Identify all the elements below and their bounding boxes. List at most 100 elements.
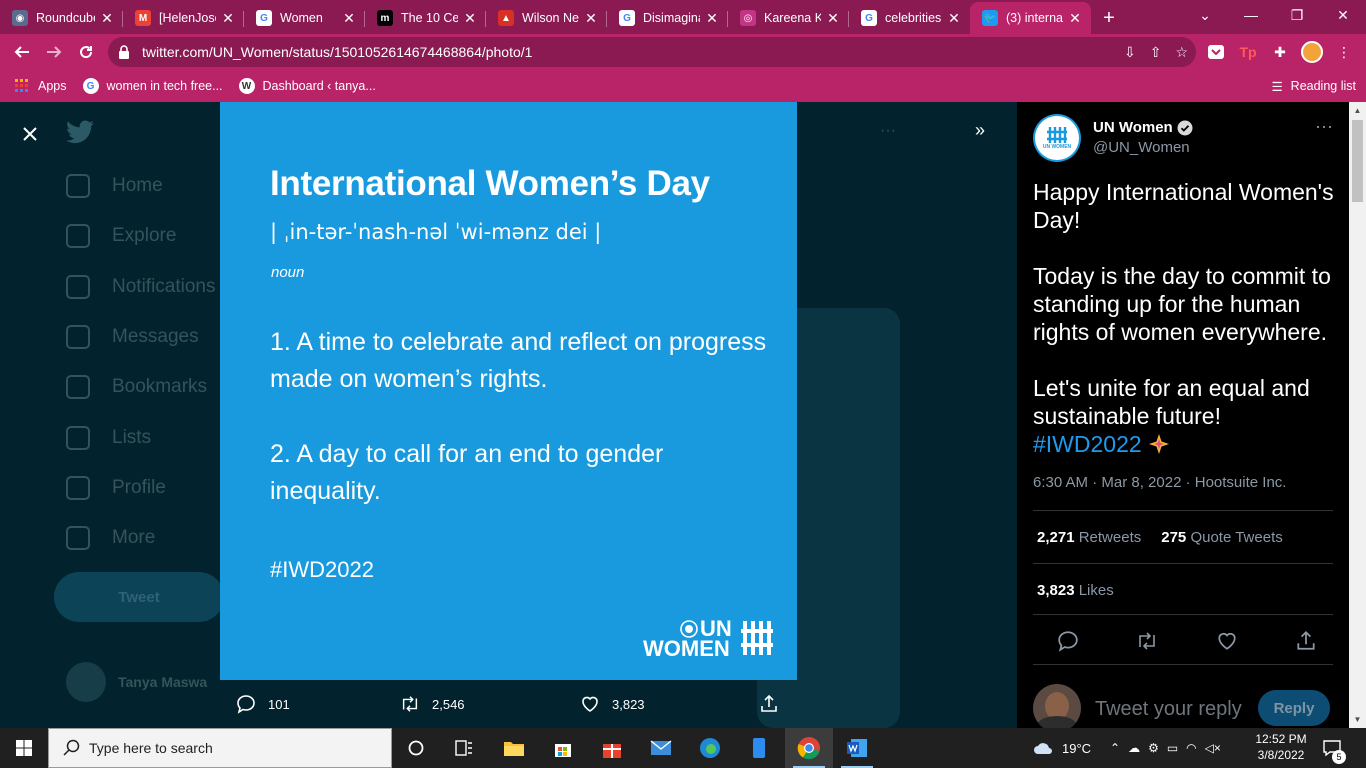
- tab-close-icon[interactable]: ✕: [462, 10, 478, 27]
- bookmark-star-icon[interactable]: ☆: [1175, 44, 1188, 61]
- tray-chevron-icon[interactable]: ⌃: [1110, 741, 1120, 755]
- un-women-avatar[interactable]: UN WOMEN: [1033, 114, 1081, 162]
- close-photo-button[interactable]: [18, 122, 42, 146]
- twitter-logo-icon: [66, 120, 94, 144]
- maximize-button[interactable]: ❐: [1274, 0, 1320, 30]
- tab-close-icon[interactable]: ✕: [341, 10, 357, 27]
- scroll-down-icon[interactable]: ▼: [1349, 711, 1366, 728]
- edge-button[interactable]: [686, 728, 734, 768]
- browser-tab[interactable]: ▲ Wilson Ne ✕: [486, 2, 607, 34]
- tab-close-icon[interactable]: ✕: [1067, 10, 1083, 27]
- mail-button[interactable]: [637, 728, 685, 768]
- weather-widget[interactable]: 19°C: [1032, 728, 1091, 768]
- tab-label: Wilson Ne: [522, 11, 579, 25]
- store-button[interactable]: [539, 728, 587, 768]
- tab-close-icon[interactable]: ✕: [99, 10, 115, 27]
- likes-stat[interactable]: 3,823 Likes: [1037, 582, 1114, 599]
- back-button[interactable]: [6, 36, 38, 68]
- battery-icon[interactable]: ▭: [1167, 741, 1178, 755]
- profile-avatar[interactable]: [1298, 37, 1326, 67]
- share-icon[interactable]: ⇧: [1150, 44, 1162, 61]
- retweets-stat[interactable]: 2,271 Retweets: [1037, 529, 1141, 546]
- bookmark-women-in-tech[interactable]: G women in tech free...: [82, 78, 223, 94]
- phone-app-button[interactable]: [735, 728, 783, 768]
- tab-close-icon[interactable]: ✕: [583, 10, 599, 27]
- more-options-icon[interactable]: ···: [1315, 116, 1333, 137]
- verified-badge-icon: [1177, 120, 1193, 135]
- tab-label: celebrities: [885, 11, 942, 25]
- onedrive-icon[interactable]: ☁: [1128, 741, 1140, 755]
- heart-icon: [582, 696, 598, 712]
- heart-icon[interactable]: [1216, 630, 1238, 652]
- word-button[interactable]: [833, 728, 881, 768]
- collapse-panel-icon[interactable]: »: [975, 120, 985, 141]
- address-bar[interactable]: twitter.com/UN_Women/status/150105261467…: [108, 37, 1196, 67]
- browser-tab[interactable]: G Disimagina ✕: [607, 2, 728, 34]
- pocket-extension-icon[interactable]: [1202, 37, 1230, 67]
- author-handle[interactable]: @UN_Women: [1093, 139, 1190, 156]
- tab-search-chevron-icon[interactable]: ⌄: [1182, 0, 1228, 30]
- minimize-button[interactable]: —: [1228, 0, 1274, 30]
- weather-temp: 19°C: [1062, 740, 1092, 756]
- volume-icon[interactable]: ◁×: [1205, 741, 1221, 755]
- photo-retweet-action[interactable]: 2,546: [400, 692, 465, 716]
- likes-label: Likes: [1078, 582, 1114, 599]
- reading-list-button[interactable]: ☰ Reading list: [1271, 70, 1356, 102]
- scrollbar-thumb[interactable]: [1352, 120, 1363, 202]
- browser-menu-icon[interactable]: ⋮: [1330, 37, 1358, 67]
- notification-center-button[interactable]: 5: [1322, 728, 1346, 768]
- network-devices-icon[interactable]: ⚙: [1148, 741, 1159, 755]
- reply-button[interactable]: Reply: [1258, 690, 1330, 726]
- forward-button[interactable]: [38, 36, 70, 68]
- browser-tab[interactable]: m The 10 Cel ✕: [365, 2, 486, 34]
- browser-tab[interactable]: 🐦 (3) internat ✕: [970, 2, 1091, 34]
- photo-share-action[interactable]: [759, 692, 791, 716]
- file-explorer-button[interactable]: [490, 728, 538, 768]
- nav-explore-icon: [66, 224, 90, 249]
- user-avatar[interactable]: [1033, 684, 1081, 728]
- tab-close-icon[interactable]: ✕: [704, 10, 720, 27]
- tweet-timestamp[interactable]: 6:30 AM · Mar 8, 2022 · Hootsuite Inc.: [1033, 474, 1286, 491]
- extensions-puzzle-icon[interactable]: ✚: [1266, 37, 1294, 67]
- wifi-icon[interactable]: ◠: [1186, 741, 1196, 755]
- reload-button[interactable]: [70, 36, 102, 68]
- install-app-icon[interactable]: ⇩: [1124, 44, 1136, 61]
- browser-tab[interactable]: M [HelenJose ✕: [123, 2, 244, 34]
- browser-tab[interactable]: G Women ✕: [244, 2, 365, 34]
- photo-reply-action[interactable]: 101: [236, 692, 290, 716]
- share-icon[interactable]: [1295, 630, 1317, 652]
- chrome-button[interactable]: [785, 728, 833, 768]
- browser-tab[interactable]: ◎ Kareena K ✕: [728, 2, 849, 34]
- tweet-hashtag-link[interactable]: #IWD2022: [1033, 431, 1142, 457]
- browser-tab[interactable]: ◉ Roundcube ✕: [0, 2, 123, 34]
- bookmark-dashboard[interactable]: W Dashboard ‹ tanya...: [238, 78, 376, 94]
- task-view-button[interactable]: [440, 728, 488, 768]
- cortana-button[interactable]: [392, 728, 440, 768]
- photo-like-action[interactable]: 3,823: [580, 692, 645, 716]
- new-tab-button[interactable]: +: [1091, 2, 1127, 34]
- bookmark-apps[interactable]: Apps: [14, 78, 67, 94]
- gift-app-button[interactable]: [588, 728, 636, 768]
- scroll-up-icon[interactable]: ▲: [1349, 102, 1366, 119]
- tab-label: Disimagina: [643, 11, 700, 25]
- reply-input[interactable]: Tweet your reply: [1095, 698, 1242, 721]
- author-name[interactable]: UN Women: [1093, 119, 1193, 136]
- tab-close-icon[interactable]: ✕: [220, 10, 236, 27]
- clock[interactable]: 12:52 PM 3/8/2022: [1250, 731, 1312, 763]
- retweet-icon[interactable]: [1136, 630, 1158, 652]
- start-button[interactable]: [0, 728, 48, 768]
- tab-close-icon[interactable]: ✕: [946, 10, 962, 27]
- browser-tab[interactable]: Gcelebrities ✕: [849, 2, 970, 34]
- likes-stats: 3,823 Likes: [1037, 582, 1114, 599]
- tp-extension-icon[interactable]: Tp: [1234, 37, 1262, 67]
- close-window-button[interactable]: ✕: [1320, 0, 1366, 30]
- tab-close-icon[interactable]: ✕: [825, 10, 841, 27]
- store-icon: [555, 744, 571, 757]
- taskbar-search[interactable]: Type here to search: [48, 728, 392, 768]
- retweet-count: 2,546: [432, 696, 465, 712]
- nav-profile-icon: [66, 475, 90, 500]
- reply-icon[interactable]: [1057, 630, 1079, 652]
- quote-tweets-stat[interactable]: 275 Quote Tweets: [1161, 529, 1282, 546]
- scrollbar[interactable]: ▲ ▼: [1349, 102, 1366, 728]
- medium-icon: m: [377, 10, 393, 26]
